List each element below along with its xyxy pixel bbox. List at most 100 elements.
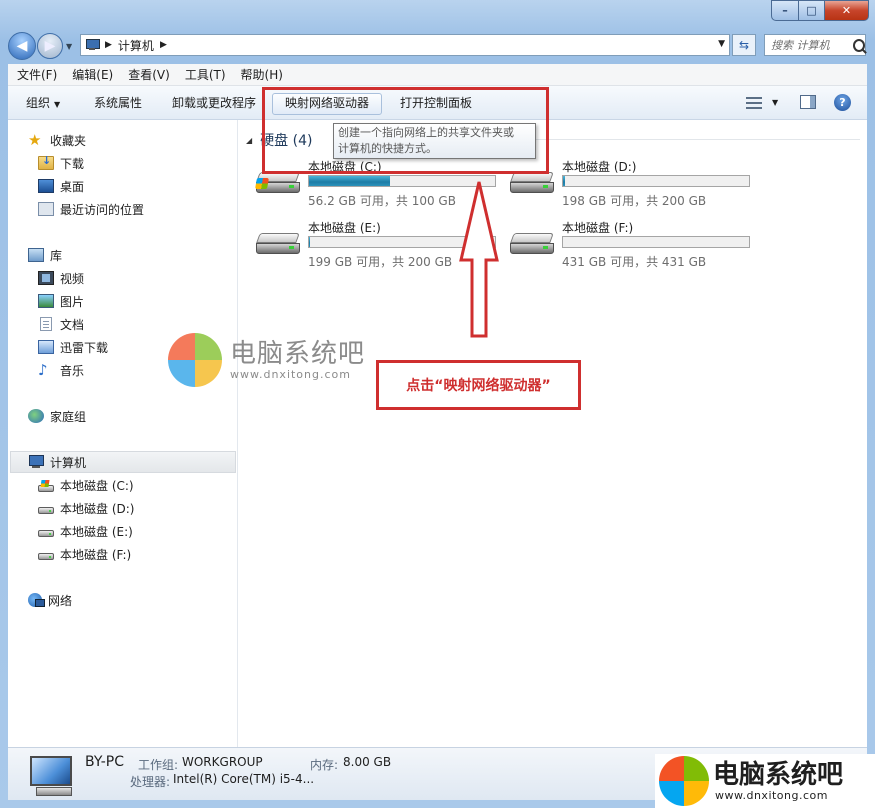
watermark-logo-icon xyxy=(168,333,222,387)
breadcrumb-computer[interactable]: 计算机 xyxy=(118,37,154,54)
nav-favorites[interactable]: ★ 收藏夹 xyxy=(28,130,86,150)
document-icon xyxy=(40,317,52,331)
nav-documents-label: 文档 xyxy=(60,317,85,332)
computer-name: BY-PC xyxy=(85,754,124,770)
nav-drive-e-label: 本地磁盘 (E:) xyxy=(60,524,133,539)
nav-downloads[interactable]: 下载 xyxy=(38,153,84,173)
uninstall-program-button[interactable]: 卸载或更改程序 xyxy=(166,93,262,113)
annotation-callout: 点击“映射网络驱动器” xyxy=(376,360,581,410)
nav-network[interactable]: 网络 xyxy=(28,590,72,610)
hard-drive-icon xyxy=(256,233,300,257)
drive-name: 本地磁盘 (E:) xyxy=(308,221,381,235)
drive-name: 本地磁盘 (D:) xyxy=(562,160,637,174)
computer-large-icon xyxy=(26,756,78,796)
nav-recent[interactable]: 最近访问的位置 xyxy=(38,199,144,219)
refresh-button[interactable]: ⇆ xyxy=(732,34,756,56)
computer-icon xyxy=(28,455,44,469)
search-input[interactable] xyxy=(769,37,851,53)
drive-space-info: 431 GB 可用，共 431 GB xyxy=(562,255,707,269)
video-icon xyxy=(38,271,54,285)
nav-documents[interactable]: 文档 xyxy=(38,314,84,334)
breadcrumb-separator-icon[interactable]: ▶ xyxy=(160,40,167,50)
organize-button[interactable]: 组织 ▼ xyxy=(20,93,66,113)
nav-libraries-label: 库 xyxy=(50,248,63,263)
usage-fill xyxy=(563,176,565,186)
computer-icon xyxy=(85,39,100,51)
desktop-icon xyxy=(38,179,54,193)
system-drive-icon xyxy=(255,172,300,196)
hard-drive-icon xyxy=(510,233,554,257)
workgroup-label: 工作组: xyxy=(138,758,179,772)
music-icon: ♪ xyxy=(38,361,48,379)
address-bar[interactable]: ▶ 计算机 ▶ ▼ xyxy=(80,34,730,56)
menu-tools[interactable]: 工具(T) xyxy=(176,66,232,83)
drive-space-info: 56.2 GB 可用，共 100 GB xyxy=(308,194,456,208)
nav-favorites-label: 收藏夹 xyxy=(50,133,87,148)
nav-pictures-label: 图片 xyxy=(60,294,85,309)
nav-desktop[interactable]: 桌面 xyxy=(38,176,84,196)
homegroup-icon xyxy=(28,409,44,423)
hard-drive-icon xyxy=(38,506,54,514)
pictures-icon xyxy=(38,294,54,308)
usage-fill xyxy=(309,176,391,186)
cpu-value: Intel(R) Core(TM) i5-4... xyxy=(173,772,315,786)
hard-drive-icon xyxy=(38,552,54,560)
recent-places-icon xyxy=(38,202,54,216)
chevron-down-icon: ▼ xyxy=(54,100,61,109)
system-properties-button[interactable]: 系统属性 xyxy=(88,93,148,113)
nav-drive-d[interactable]: 本地磁盘 (D:) xyxy=(38,498,134,518)
nav-music-label: 音乐 xyxy=(60,363,85,378)
nav-computer[interactable]: 计算机 xyxy=(28,452,86,472)
close-button[interactable]: ✕ xyxy=(825,0,869,21)
maximize-button[interactable]: □ xyxy=(799,0,825,21)
back-button[interactable]: ◀ xyxy=(8,32,36,60)
nav-drive-c[interactable]: 本地磁盘 (C:) xyxy=(38,475,134,495)
nav-videos[interactable]: 视频 xyxy=(38,268,84,288)
hard-drive-icon xyxy=(38,529,54,537)
nav-xunlei[interactable]: 迅雷下载 xyxy=(38,337,108,357)
nav-libraries[interactable]: 库 xyxy=(28,245,62,265)
menu-help[interactable]: 帮助(H) xyxy=(232,66,289,83)
network-icon xyxy=(28,593,45,607)
nav-network-label: 网络 xyxy=(48,593,73,608)
annotation-arrow-icon xyxy=(459,181,499,338)
annotation-text: 点击“映射网络驱动器” xyxy=(406,378,551,394)
xunlei-folder-icon xyxy=(38,340,54,354)
watermark-corner-title: 电脑系统吧 xyxy=(713,759,844,790)
breadcrumb-separator-icon[interactable]: ▶ xyxy=(105,40,112,50)
nav-desktop-label: 桌面 xyxy=(60,179,85,194)
nav-buttons: ◀ ▶ ▼ xyxy=(8,32,72,60)
address-dropdown-icon[interactable]: ▼ xyxy=(718,39,725,49)
nav-xunlei-label: 迅雷下载 xyxy=(60,340,109,355)
collapse-triangle-icon[interactable]: ◢ xyxy=(246,136,252,145)
nav-downloads-label: 下载 xyxy=(60,156,85,171)
nav-music[interactable]: ♪ 音乐 xyxy=(38,360,84,380)
change-view-icon[interactable] xyxy=(746,96,762,110)
watermark-title: 电脑系统吧 xyxy=(230,338,366,369)
recent-pages-dropdown-icon[interactable]: ▼ xyxy=(66,42,72,51)
nav-homegroup[interactable]: 家庭组 xyxy=(28,406,86,426)
help-icon[interactable]: ? xyxy=(834,94,851,111)
watermark-corner: 电脑系统吧 www.dnxitong.com xyxy=(655,754,875,808)
menu-edit[interactable]: 编辑(E) xyxy=(63,66,119,83)
nav-pictures[interactable]: 图片 xyxy=(38,291,84,311)
menu-bar: 文件(F) 编辑(E) 查看(V) 工具(T) 帮助(H) xyxy=(8,64,867,86)
hard-drive-icon xyxy=(510,172,554,196)
search-icon[interactable] xyxy=(853,38,865,52)
memory-label: 内存: xyxy=(310,758,339,772)
preview-pane-icon[interactable] xyxy=(800,95,816,109)
libraries-icon xyxy=(28,248,44,262)
watermark-url: www.dnxitong.com xyxy=(230,367,351,381)
workgroup-value: WORKGROUP xyxy=(182,755,263,769)
minimize-button[interactable]: – xyxy=(771,0,799,21)
nav-drive-e[interactable]: 本地磁盘 (E:) xyxy=(38,521,133,541)
nav-drive-f[interactable]: 本地磁盘 (F:) xyxy=(38,544,131,564)
cpu-label: 处理器: xyxy=(130,775,171,789)
menu-view[interactable]: 查看(V) xyxy=(119,66,176,83)
forward-button[interactable]: ▶ xyxy=(37,33,63,59)
menu-file[interactable]: 文件(F) xyxy=(8,66,63,83)
usage-fill xyxy=(309,237,310,247)
nav-drive-f-label: 本地磁盘 (F:) xyxy=(60,547,132,562)
usage-bar xyxy=(562,175,750,187)
view-dropdown-icon[interactable]: ▼ xyxy=(772,98,778,107)
